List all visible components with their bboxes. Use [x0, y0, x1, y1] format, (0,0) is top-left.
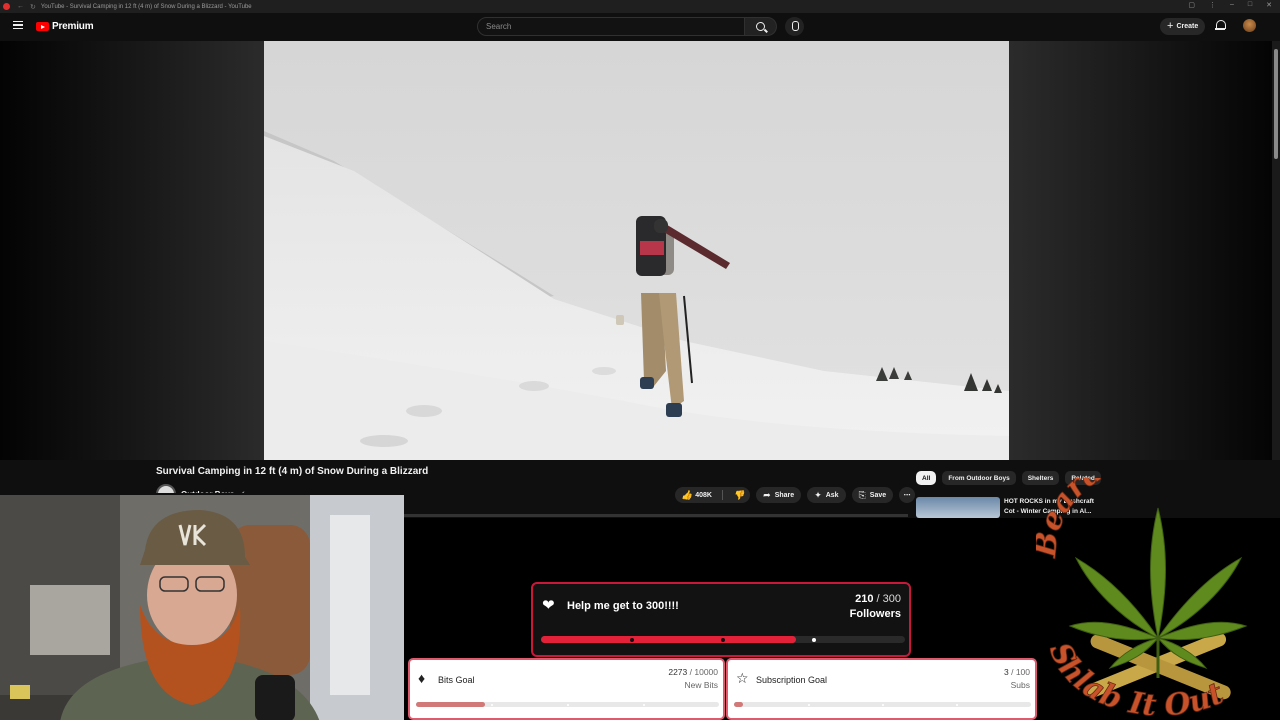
follower-progress-fill — [541, 636, 796, 643]
tab-title: YouTube - Survival Camping in 12 ft (4 m… — [40, 3, 252, 10]
share-label: Share — [774, 491, 795, 499]
youtube-logo[interactable]: Premium — [36, 21, 94, 32]
progress-tick — [956, 703, 958, 706]
like-count: 408K — [695, 491, 712, 499]
create-label: Create — [1176, 23, 1199, 30]
extensions-icon[interactable]: ▢ — [1188, 1, 1195, 9]
sub-goal-title: Subscription Goal — [756, 675, 828, 685]
brand-top-text: BeardedReds — [1036, 478, 1235, 560]
bits-progress-fill — [416, 702, 485, 707]
sub-progress-bar — [734, 702, 1031, 707]
thumbs-up-icon: 👍 — [681, 489, 693, 500]
search-icon[interactable] — [745, 17, 777, 36]
more-actions-button[interactable]: ⋯ — [899, 487, 916, 503]
ask-label: Ask — [825, 491, 839, 499]
sub-goal-count: 3 / 100 Subs — [1003, 667, 1030, 690]
video-title: Survival Camping in 12 ft (4 m) of Snow … — [156, 466, 429, 477]
like-divider — [721, 490, 723, 500]
description-divider — [404, 514, 908, 517]
share-icon: ➦ — [763, 489, 771, 500]
progress-tick — [812, 637, 816, 642]
more-horizontal-icon: ⋯ — [903, 492, 911, 499]
follower-target: 300 — [882, 593, 901, 605]
follower-progress-bar — [541, 636, 905, 643]
minimize-icon[interactable]: – — [1230, 1, 1234, 9]
cannabis-leaf — [1068, 507, 1248, 678]
back-arrow-icon[interactable]: ← — [17, 3, 24, 10]
follower-goal-title: Help me get to 300!!!! — [567, 600, 679, 612]
progress-tick — [567, 703, 569, 706]
bits-target: 10000 — [694, 667, 718, 677]
dislike-button[interactable]: 👎 — [727, 487, 750, 503]
progress-tick — [491, 703, 493, 706]
close-icon[interactable]: ✕ — [1266, 1, 1272, 9]
progress-tick — [808, 703, 810, 706]
chip-from-outdoor-boys[interactable]: From Outdoor Boys — [942, 471, 1016, 485]
youtube-play-icon — [36, 22, 49, 31]
plus-icon: + — [1167, 20, 1174, 32]
sub-unit: Subs — [1010, 680, 1030, 690]
microphone-icon[interactable] — [785, 17, 804, 36]
bits-diamond-icon: ♦ — [418, 670, 426, 686]
progress-tick — [721, 637, 725, 642]
subscription-goal-widget: ☆ Subscription Goal 3 / 100 Subs — [726, 658, 1037, 720]
video-player-area — [0, 41, 1280, 460]
progress-tick — [643, 703, 645, 706]
bits-goal-title: Bits Goal — [438, 675, 475, 685]
thumbs-down-icon: 👎 — [732, 489, 745, 500]
bits-unit: New Bits — [684, 680, 718, 690]
follower-goal-widget: ❤ Help me get to 300!!!! 210 / 300 Follo… — [531, 582, 911, 657]
scrollbar-thumb[interactable] — [1274, 49, 1278, 159]
share-button[interactable]: ➦ Share — [756, 487, 802, 503]
window-controls: ▢ ⋮ – □ ✕ — [1188, 1, 1272, 9]
more-menu-icon[interactable]: ⋮ — [1209, 1, 1216, 9]
menu-icon[interactable] — [13, 21, 23, 29]
follower-goal-count: 210 / 300 Followers — [849, 593, 901, 620]
bookmark-icon: ⎘ — [858, 489, 866, 500]
star-icon: ☆ — [736, 670, 749, 686]
video-snow-scene — [264, 41, 1009, 460]
account-avatar[interactable] — [1243, 19, 1256, 32]
sub-target: 100 — [1015, 667, 1030, 677]
progress-tick — [882, 703, 884, 706]
create-button[interactable]: + Create — [1160, 18, 1206, 35]
logo-text: Premium — [52, 21, 94, 32]
browser-titlebar: ← ↻ YouTube - Survival Camping in 12 ft … — [0, 0, 1280, 13]
bits-goal-widget: ♦ Bits Goal 2273 / 10000 New Bits — [408, 658, 725, 720]
bits-goal-count: 2273 / 10000 New Bits — [668, 667, 718, 690]
like-dislike-group: 👍 408K 👎 — [675, 487, 751, 503]
streamer-webcam — [0, 493, 404, 720]
screen: ← ↻ YouTube - Survival Camping in 12 ft … — [0, 0, 1280, 720]
webcam-scene — [0, 495, 404, 720]
save-button[interactable]: ⎘ Save — [851, 487, 894, 503]
sub-progress-fill — [734, 702, 743, 707]
recommendation-thumbnail[interactable] — [916, 497, 1000, 518]
youtube-header: Premium Search + Create — [0, 13, 1280, 41]
brand-logo-art: BeardedReds Shlab It Out — [1028, 435, 1248, 720]
notifications-bell-icon[interactable] — [1215, 20, 1226, 31]
maximize-icon[interactable]: □ — [1248, 1, 1252, 9]
video-actions: 👍 408K 👎 ➦ Share ✦ Ask ⎘ Save ⋯ — [675, 487, 916, 503]
ask-button[interactable]: ✦ Ask — [807, 487, 846, 503]
sparkle-icon: ✦ — [814, 489, 822, 500]
heart-icon: ❤ — [542, 597, 555, 614]
bits-progress-bar — [416, 702, 719, 707]
browser-app-icon — [3, 3, 10, 10]
streamer-brand-logo: BeardedReds Shlab It Out — [1028, 435, 1280, 720]
like-button[interactable]: 👍 408K — [675, 487, 718, 503]
save-label: Save — [869, 491, 887, 499]
follower-current: 210 — [855, 593, 874, 605]
chip-all[interactable]: All — [916, 471, 937, 485]
follower-unit: Followers — [849, 608, 901, 620]
page-scrollbar[interactable] — [1272, 41, 1280, 516]
progress-tick — [630, 637, 634, 642]
video-frame[interactable] — [264, 41, 1009, 460]
reload-icon[interactable]: ↻ — [30, 3, 36, 11]
bits-current: 2273 — [668, 667, 688, 677]
search-input[interactable]: Search — [477, 17, 745, 36]
